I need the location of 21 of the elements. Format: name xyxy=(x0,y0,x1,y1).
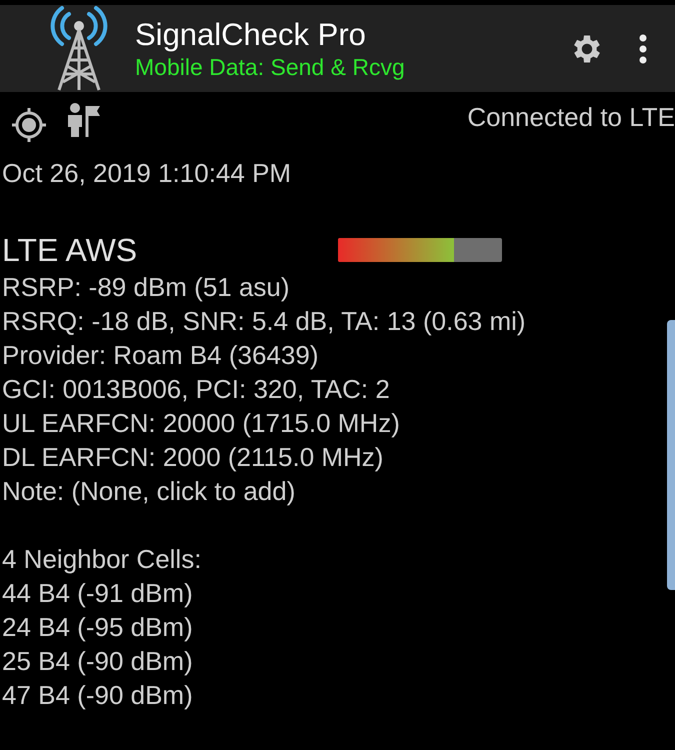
connection-status: Connected to LTE xyxy=(467,101,675,134)
neighbor-cell-text: 24 B4 (-95 dBm) xyxy=(2,611,194,644)
timestamp: Oct 26, 2019 1:10:44 PM xyxy=(2,157,292,190)
location-icon[interactable] xyxy=(10,106,48,144)
cell-detail: RSRQ: -18 dB, SNR: 5.4 dB, TA: 13 (0.63 mi) xyxy=(2,305,527,338)
neighbor-cell-text: 44 B4 (-91 dBm) xyxy=(2,577,194,610)
cell-detail: Provider: Roam B4 (36439) xyxy=(2,339,320,372)
app-title: SignalCheck Pro xyxy=(135,16,367,52)
menu-icon[interactable] xyxy=(639,34,647,64)
neighbor-heading: 4 Neighbor Cells: xyxy=(2,543,202,576)
scrollbar[interactable] xyxy=(667,320,675,590)
cell-detail: Note: (None, click to add) xyxy=(2,475,296,508)
cell-detail: RSRP: -89 dBm (51 asu) xyxy=(2,271,291,304)
cell-detail: GCI: 0013B006, PCI: 320, TAC: 2 xyxy=(2,373,391,406)
band-name: LTE AWS xyxy=(2,231,138,270)
neighbor-cell-text: 47 B4 (-90 dBm) xyxy=(2,679,194,712)
data-status: Mobile Data: Send & Rcvg xyxy=(135,52,405,80)
person-flag-icon[interactable] xyxy=(66,102,102,138)
neighbor-cell-text: 25 B4 (-90 dBm) xyxy=(2,645,194,678)
cell-detail: UL EARFCN: 20000 (1715.0 MHz) xyxy=(2,407,401,440)
cell-detail: DL EARFCN: 2000 (2115.0 MHz) xyxy=(2,441,384,474)
